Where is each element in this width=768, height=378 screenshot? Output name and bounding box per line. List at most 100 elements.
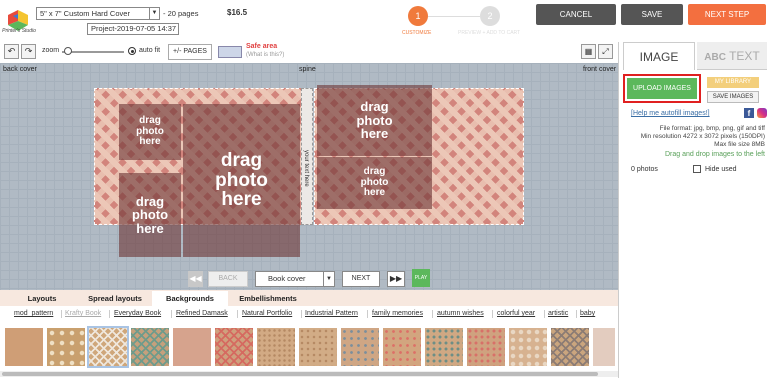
step-2-circle[interactable]: 2 <box>480 6 500 26</box>
collection-link[interactable]: family memories <box>372 310 423 317</box>
chevron-down-icon: ▼ <box>149 8 159 19</box>
cancel-button[interactable]: CANCEL <box>536 4 616 25</box>
background-thumbnail[interactable] <box>299 328 337 366</box>
redo-icon[interactable]: ↷ <box>21 44 36 59</box>
collection-link[interactable]: autumn wishes <box>437 310 484 317</box>
grid-view-icon[interactable]: ▦ <box>581 44 596 59</box>
back-cover-label: back cover <box>3 66 37 73</box>
upload-images-button[interactable]: UPLOAD IMAGES <box>627 78 697 99</box>
spine-text[interactable]: your text here <box>303 150 309 187</box>
autofit-radio[interactable] <box>128 47 136 55</box>
page-select[interactable]: Book cover ▼ <box>255 271 335 287</box>
collection-link[interactable]: baby <box>580 310 595 317</box>
background-thumbnail[interactable] <box>87 326 129 368</box>
last-page-icon[interactable]: ▶▶ <box>387 271 405 287</box>
hide-used-label: Hide used <box>705 166 737 173</box>
project-name-field[interactable]: Project-2019-07-05 14:37 <box>87 23 179 35</box>
tab-text[interactable]: ABC TEXT <box>697 42 767 70</box>
safe-area-help-link[interactable]: (What is this?) <box>246 52 284 58</box>
hide-used-checkbox[interactable] <box>693 165 701 173</box>
chevron-down-icon: ▼ <box>323 272 334 286</box>
background-thumbnail[interactable] <box>131 328 169 366</box>
background-thumbnail[interactable] <box>173 328 211 366</box>
divider <box>109 310 110 318</box>
background-thumbnail[interactable] <box>47 328 85 366</box>
collection-link[interactable]: mod_pattern <box>14 310 53 317</box>
background-thumbnail[interactable] <box>467 328 505 366</box>
save-images-button[interactable]: SAVE IMAGES <box>707 91 759 103</box>
drag-drop-hint: Drag and drop images to the left <box>664 151 765 158</box>
background-collections: mod_pattern Krafty Book Everyday Book Re… <box>0 307 618 321</box>
autofit-label: auto fit <box>139 47 161 54</box>
tab-spread-layouts[interactable]: Spread layouts <box>78 291 152 306</box>
collection-link[interactable]: Natural Portfolio <box>242 310 292 317</box>
collection-link[interactable]: colorful year <box>497 310 535 317</box>
file-format-info: File format: jpg, bmp, png, gif and tiff <box>659 125 765 132</box>
collection-link[interactable]: Krafty Book <box>65 310 101 317</box>
spine-label: spine <box>299 66 316 73</box>
min-resolution-info: Min resolution 4272 x 3072 pixels (150DP… <box>640 133 765 140</box>
next-button[interactable]: NEXT <box>342 271 380 287</box>
tab-backgrounds[interactable]: Backgrounds <box>152 291 228 306</box>
instagram-icon[interactable] <box>757 108 767 118</box>
photo-placeholder[interactable]: drag photo here <box>317 85 432 156</box>
price: $16.5 <box>227 8 248 17</box>
logo-text: Printer's Studio <box>2 28 36 34</box>
max-size-info: Max file size 8MB <box>714 141 765 148</box>
my-library-button[interactable]: MY LIBRARY <box>707 77 759 88</box>
format-select[interactable]: 5" x 7" Custom Hard Cover ▼ <box>36 7 160 20</box>
photo-placeholder[interactable]: drag photo here <box>183 104 300 257</box>
editor-toolbar: ↶ ↷ zoom auto fit +/- PAGES Safe area (W… <box>0 42 618 64</box>
tab-layouts[interactable]: Layouts <box>8 291 76 306</box>
thumbnail-scrollbar[interactable] <box>0 371 618 377</box>
background-thumbnail[interactable] <box>215 328 253 366</box>
background-thumbnail[interactable] <box>383 328 421 366</box>
play-button[interactable]: PLAY <box>412 269 430 287</box>
background-thumbnail[interactable] <box>257 328 295 366</box>
divider <box>492 310 493 318</box>
background-thumbnail[interactable] <box>5 328 43 366</box>
divider <box>576 310 577 318</box>
asset-tabs: Layouts Spread layouts Backgrounds Embel… <box>0 290 618 306</box>
background-thumbnails <box>0 322 618 374</box>
autofill-help-link[interactable]: [Help me autofill images!] <box>631 110 710 117</box>
collection-link[interactable]: Everyday Book <box>114 310 161 317</box>
zoom-label: zoom <box>42 47 60 54</box>
divider <box>301 310 302 318</box>
divider <box>544 310 545 318</box>
photos-count: 0 photos <box>631 166 658 173</box>
background-thumbnail[interactable] <box>341 328 379 366</box>
collection-link[interactable]: Refined Damask <box>176 310 228 317</box>
divider <box>171 310 172 318</box>
back-button[interactable]: BACK <box>208 271 248 287</box>
safe-area-toggle[interactable] <box>218 46 242 58</box>
background-thumbnail[interactable] <box>425 328 463 366</box>
collection-link[interactable]: Industrial Pattern <box>305 310 358 317</box>
facebook-icon[interactable]: f <box>744 108 754 118</box>
expand-icon[interactable]: ⤢ <box>598 44 613 59</box>
pages-button[interactable]: +/- PAGES <box>168 44 212 60</box>
background-thumbnail[interactable] <box>593 328 615 366</box>
background-thumbnail[interactable] <box>551 328 589 366</box>
step-2-label[interactable]: PREVIEW + ADD TO CART <box>458 30 520 36</box>
photo-placeholder[interactable]: drag photo here <box>119 104 181 160</box>
photo-placeholder[interactable]: drag photo here <box>317 157 432 209</box>
next-step-button[interactable]: NEXT STEP <box>688 4 766 25</box>
first-page-icon[interactable]: ◀◀ <box>188 271 203 287</box>
save-button[interactable]: SAVE <box>621 4 683 25</box>
background-thumbnail[interactable] <box>509 328 547 366</box>
divider <box>432 310 433 318</box>
collection-link[interactable]: artistic <box>548 310 568 317</box>
scrollbar-thumb[interactable] <box>2 372 598 376</box>
tab-embellishments[interactable]: Embellishments <box>229 291 307 306</box>
photo-placeholder[interactable]: drag photo here <box>119 173 181 257</box>
text-icon: ABC <box>704 52 726 63</box>
top-bar: Printer's Studio 5" x 7" Custom Hard Cov… <box>0 0 768 42</box>
tab-text-label: TEXT <box>729 49 760 63</box>
undo-icon[interactable]: ↶ <box>4 44 19 59</box>
divider <box>61 310 62 318</box>
format-select-value: 5" x 7" Custom Hard Cover <box>40 9 130 18</box>
zoom-slider-handle[interactable] <box>64 47 72 55</box>
front-cover-label: front cover <box>583 66 617 73</box>
tab-image[interactable]: IMAGE <box>623 42 695 70</box>
